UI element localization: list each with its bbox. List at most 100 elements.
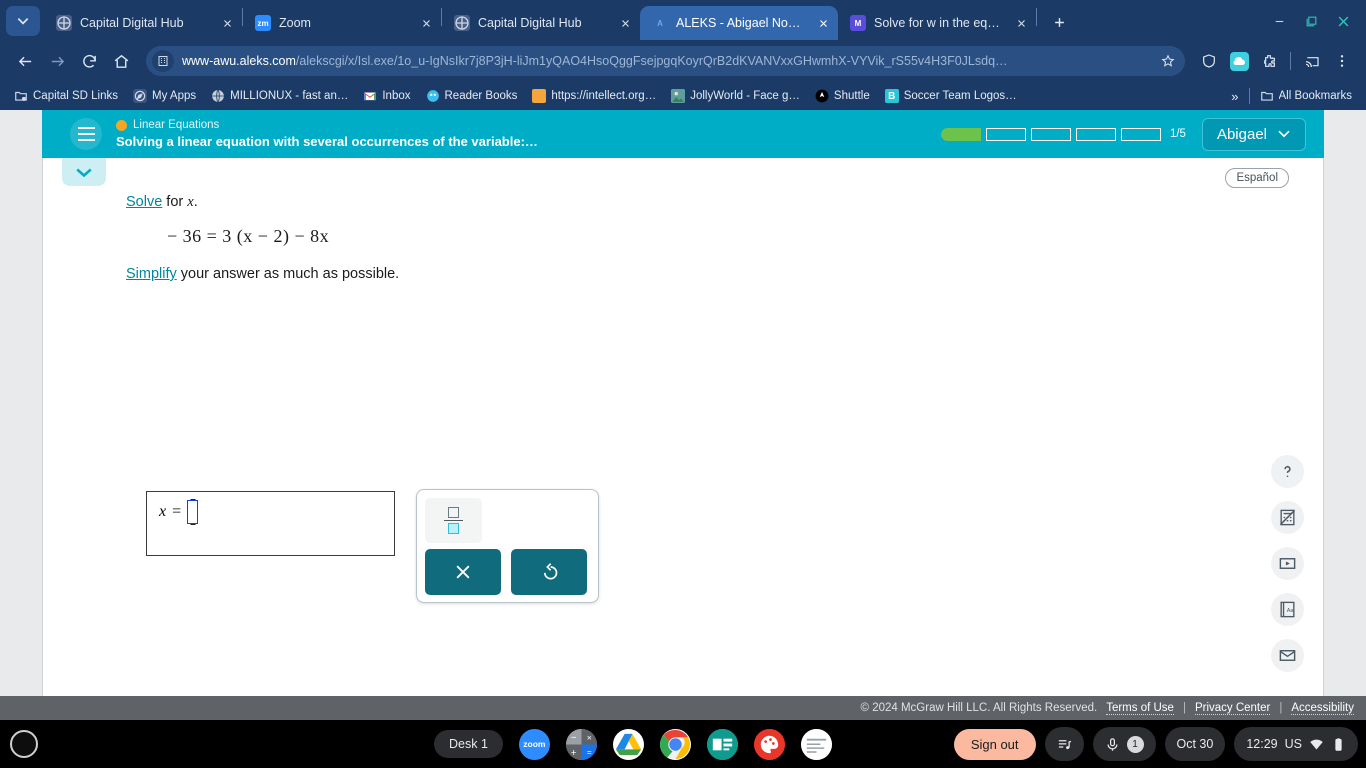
bookmark-shuttle[interactable]: Shuttle — [809, 86, 876, 106]
home-icon — [114, 54, 128, 68]
collapse-panel-button[interactable] — [62, 158, 106, 186]
question-prompt: Solve for x. — [126, 194, 198, 211]
mathway-icon: M — [850, 15, 866, 31]
bookmark-inbox[interactable]: Inbox — [357, 86, 416, 106]
tab-close-button[interactable] — [616, 14, 634, 32]
reload-button[interactable] — [74, 46, 104, 76]
tab-solve-for-w[interactable]: M Solve for w in the equation 37 — [838, 6, 1036, 40]
chevron-down-icon — [76, 168, 92, 177]
progress-segment-2 — [985, 127, 1026, 141]
bookmark-capital-sd-links[interactable]: Capital SD Links — [8, 86, 124, 106]
topic-status-dot-icon — [116, 119, 127, 131]
solve-link[interactable]: Solve — [126, 194, 162, 210]
calculator-disabled-button[interactable] — [1271, 501, 1304, 534]
answer-variable: x — [159, 503, 167, 520]
news-app-icon[interactable] — [706, 728, 738, 760]
terms-of-use-link[interactable]: Terms of Use — [1106, 702, 1174, 715]
answer-input-box[interactable]: x = — [146, 491, 395, 556]
equation-text: − 36 = 3 (x − 2) − 8x — [167, 226, 330, 246]
user-menu-button[interactable]: Abigael — [1201, 117, 1306, 151]
bookmarks-overflow-button[interactable]: » — [1225, 87, 1244, 106]
clear-button[interactable] — [425, 549, 501, 595]
tab-close-button[interactable] — [1012, 14, 1030, 32]
extensions-button[interactable] — [1255, 47, 1283, 75]
google-drive-app-icon[interactable] — [612, 728, 644, 760]
tab-close-button[interactable] — [417, 14, 435, 32]
bookmark-reader-books[interactable]: Reader Books — [420, 86, 524, 106]
system-tray-button[interactable]: 12:29 US — [1234, 727, 1358, 761]
help-button[interactable] — [1271, 455, 1304, 488]
bookmark-jollyworld[interactable]: JollyWorld - Face g… — [665, 86, 806, 106]
shield-icon-button[interactable] — [1195, 47, 1223, 75]
all-bookmarks-label: All Bookmarks — [1278, 90, 1353, 102]
answer-math-field[interactable] — [187, 500, 199, 524]
back-button[interactable] — [10, 46, 40, 76]
bookmark-intellect[interactable]: https://intellect.org… — [526, 86, 662, 106]
microphone-status-button[interactable]: 1 — [1092, 727, 1156, 761]
site-info-icon[interactable] — [152, 50, 174, 72]
dictionary-button[interactable]: Aa — [1271, 593, 1304, 626]
paint-app-icon[interactable] — [753, 728, 785, 760]
bookmark-my-apps[interactable]: My Apps — [127, 86, 202, 106]
fraction-icon — [444, 506, 463, 535]
accessibility-link[interactable]: Accessibility — [1291, 702, 1354, 715]
minimize-button[interactable] — [1264, 8, 1294, 34]
zoom-app-icon[interactable]: zoom — [518, 728, 550, 760]
mail-button[interactable] — [1271, 639, 1304, 672]
aleks-header: Linear Equations Solving a linear equati… — [42, 110, 1324, 158]
time-text: 12:29 — [1246, 737, 1278, 751]
date-tray-button[interactable]: Oct 30 — [1164, 727, 1226, 761]
bookmark-star-button[interactable] — [1161, 54, 1175, 68]
language-toggle-button[interactable]: Español — [1225, 168, 1289, 188]
building-icon — [158, 56, 168, 66]
menu-hamburger-button[interactable] — [70, 118, 102, 150]
fraction-button[interactable] — [425, 498, 482, 543]
reader-icon — [426, 89, 440, 103]
fraction-bar — [444, 519, 463, 522]
screen: Capital Digital Hub zm Zoom Capital Digi… — [0, 0, 1366, 768]
svg-text:×: × — [587, 732, 592, 742]
bookmark-soccer-team-logos[interactable]: B Soccer Team Logos… — [879, 86, 1023, 106]
weather-extension-button[interactable] — [1225, 47, 1253, 75]
media-controls-button[interactable] — [1044, 727, 1084, 761]
launcher-button[interactable] — [10, 730, 38, 758]
cast-button[interactable] — [1298, 47, 1326, 75]
simplify-link[interactable]: Simplify — [126, 266, 177, 282]
privacy-center-link[interactable]: Privacy Center — [1194, 702, 1271, 715]
tab-capital-digital-hub-1[interactable]: Capital Digital Hub — [44, 6, 242, 40]
tab-title: Solve for w in the equation 37 — [874, 16, 1004, 30]
chrome-app-icon[interactable] — [659, 728, 691, 760]
tab-search-button[interactable] — [6, 6, 40, 36]
plus-icon — [1054, 17, 1064, 27]
new-tab-button[interactable] — [1045, 8, 1073, 36]
browser-toolbar: www-awu.aleks.com/alekscgi/x/Isl.exe/1o_… — [0, 40, 1366, 82]
page-footer: © 2024 McGraw Hill LLC. All Rights Reser… — [0, 696, 1366, 720]
forward-button[interactable] — [42, 46, 72, 76]
tab-capital-digital-hub-2[interactable]: Capital Digital Hub — [442, 6, 640, 40]
progress-segment-4 — [1075, 127, 1116, 141]
tab-zoom[interactable]: zm Zoom — [243, 6, 441, 40]
undo-button[interactable] — [511, 549, 587, 595]
bookmark-millionux[interactable]: MILLIONUX - fast an… — [205, 86, 354, 106]
desk-button[interactable]: Desk 1 — [434, 730, 503, 758]
calculator-app-icon[interactable]: − × + = — [565, 728, 597, 760]
maximize-button[interactable] — [1296, 8, 1326, 34]
orange-square-icon — [532, 89, 547, 103]
document-app-icon[interactable] — [800, 728, 832, 760]
bookmarks-right: » All Bookmarks — [1225, 86, 1358, 106]
home-button[interactable] — [106, 46, 136, 76]
three-dot-menu-icon — [1340, 55, 1344, 67]
chrome-menu-button[interactable] — [1328, 47, 1356, 75]
compass-icon — [133, 89, 148, 103]
sign-out-button[interactable]: Sign out — [953, 728, 1036, 760]
tab-aleks-active[interactable]: A ALEKS - Abigael Noel - Learn — [640, 6, 838, 40]
tab-close-button[interactable] — [218, 14, 236, 32]
topic-row: Linear Equations — [116, 119, 538, 131]
all-bookmarks-button[interactable]: All Bookmarks — [1254, 86, 1359, 106]
url-path: /alekscgi/x/Isl.exe/1o_u-IgNsIkr7j8P3jH-… — [295, 54, 1008, 68]
minimize-icon — [1275, 20, 1283, 22]
tab-close-button[interactable] — [814, 14, 832, 32]
video-button[interactable] — [1271, 547, 1304, 580]
address-bar[interactable]: www-awu.aleks.com/alekscgi/x/Isl.exe/1o_… — [146, 46, 1185, 76]
close-window-button[interactable] — [1328, 8, 1358, 34]
